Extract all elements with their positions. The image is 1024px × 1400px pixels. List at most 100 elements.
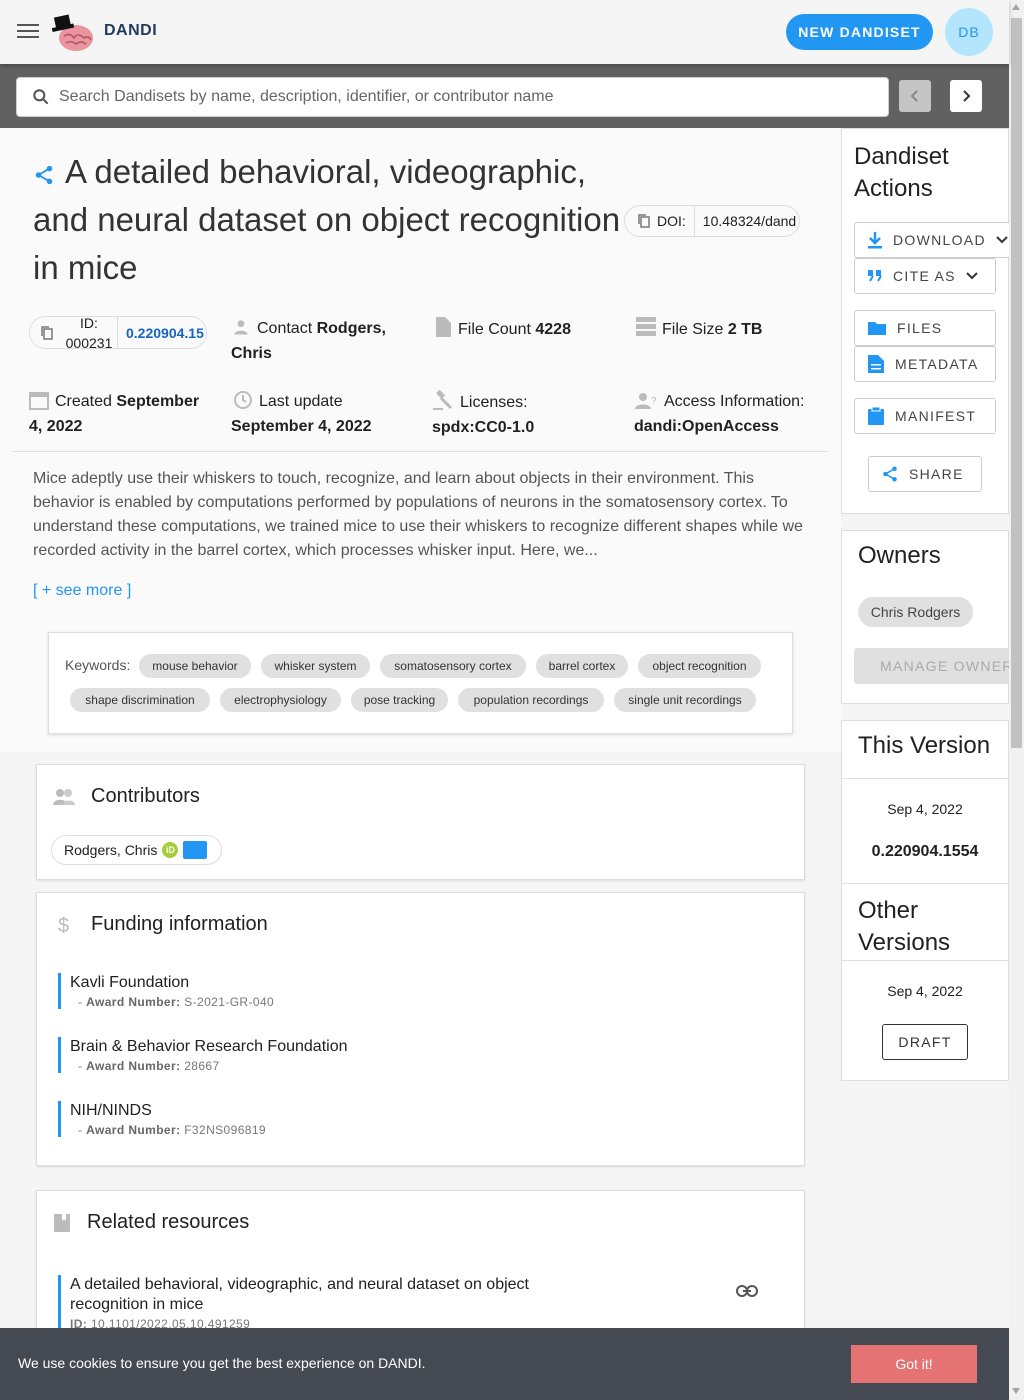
created-date: Created September 4, 2022 [29,389,209,439]
award-label: Award Number: [86,995,181,1009]
next-button[interactable] [950,80,982,112]
keyword-chip[interactable]: pose tracking [351,688,448,712]
page-title: A detailed behavioral, videographic, and… [33,153,621,286]
document-icon [868,355,884,373]
cookie-banner: We use cookies to ensure you get the bes… [0,1328,1009,1400]
menu-icon[interactable] [16,20,40,44]
dollar-icon: $ [58,915,69,936]
search-bar [0,64,1009,128]
related-heading: Related resources [53,1211,249,1234]
award-number: F32NS096819 [184,1123,266,1137]
funder-name: Brain & Behavior Research Foundation [70,1038,348,1055]
people-icon [53,788,75,805]
chevron-left-icon [910,90,918,102]
manifest-button[interactable]: MANIFEST [854,398,996,434]
download-button[interactable]: DOWNLOAD [854,222,1014,258]
dandiset-actions-panel: Dandiset Actions DOWNLOAD CITE AS FILES … [841,128,1014,514]
keyword-chip[interactable]: electrophysiology [220,688,341,712]
new-dandiset-button[interactable]: NEW DANDISET [786,14,933,50]
last-update: Last update September 4, 2022 [231,389,411,439]
dandi-logo[interactable] [51,10,96,54]
metadata-button[interactable]: METADATA [854,346,996,382]
other-version-date: Sep 4, 2022 [887,983,963,999]
svg-text:$: $ [58,915,69,936]
svg-text:?: ? [651,396,657,407]
keyword-chip[interactable]: mouse behavior [139,654,251,678]
scroll-up-arrow[interactable] [1012,4,1020,10]
copy-icon[interactable] [637,213,651,229]
keyword-chip[interactable]: single unit recordings [614,688,756,712]
clipboard-icon [868,406,884,425]
accept-cookies-button[interactable]: Got it! [851,1345,977,1383]
funding-item: NIH/NINDS - Award Number: F32NS096819 [58,1101,658,1137]
file-icon [436,317,451,337]
chevron-right-icon [963,90,971,102]
keyword-chip[interactable]: shape discrimination [70,688,210,712]
app-bar: DANDI NEW DANDISET DB [0,0,1009,64]
files-button[interactable]: FILES [854,310,996,346]
copy-icon[interactable] [40,325,54,341]
file-count-label: File Count [458,321,531,338]
keyword-chip[interactable]: somatosensory cortex [380,654,526,678]
last-update-value: September 4, 2022 [231,418,372,435]
link-icon[interactable] [736,1284,758,1298]
owners-heading: Owners [858,542,941,569]
user-avatar[interactable]: DB [945,8,993,56]
licenses-label: Licenses: [460,394,528,411]
orcid-icon[interactable]: iD [162,842,179,858]
versions-panel: This Version Sep 4, 2022 0.220904.1554 O… [841,720,1009,1081]
share-label: SHARE [909,466,964,482]
search-box [16,77,889,117]
keyword-chip[interactable]: barrel cortex [536,654,628,678]
funding-heading-text: Funding information [91,913,268,935]
funder-name: Kavli Foundation [70,974,190,991]
id-version: 0.220904.15 [126,324,204,341]
this-version-date: Sep 4, 2022 [887,801,963,817]
keyword-chip[interactable]: population recordings [458,688,604,712]
this-version-heading: This Version [858,732,991,759]
keyword-chip[interactable]: object recognition [638,654,761,678]
owner-chip[interactable]: Chris Rodgers [858,597,973,627]
contact-card-icon[interactable] [183,841,208,859]
scrollbar[interactable] [1009,0,1024,1400]
this-version-number[interactable]: 0.220904.1554 [842,843,1008,861]
contributors-card: Contributors Rodgers, Chris iD [36,764,805,880]
funding-item: Brain & Behavior Research Foundation - A… [58,1037,658,1073]
scrollbar-thumb[interactable] [1011,18,1022,748]
file-count-value: 4228 [535,321,571,338]
share-button[interactable]: SHARE [868,456,982,492]
divider [842,883,1008,884]
share-icon [883,466,897,482]
cookie-message: We use cookies to ensure you get the bes… [18,1355,426,1371]
draft-version-button[interactable]: DRAFT [882,1024,968,1060]
related-heading-text: Related resources [87,1211,250,1233]
keyword-chip[interactable]: whisker system [261,654,370,678]
award-line: - Award Number: S-2021-GR-040 [78,995,275,1009]
contributors-heading-text: Contributors [91,785,200,807]
search-input[interactable] [59,88,839,106]
access-label: Access Information: [664,393,805,410]
id-label: ID: 000231 [30,317,118,348]
see-more-link[interactable]: [ + see more ] [33,582,131,600]
cite-as-button[interactable]: CITE AS [854,258,996,294]
brand-name[interactable]: DANDI [104,22,157,40]
file-size-value: 2 TB [727,321,763,338]
created-label: Created [55,393,112,410]
quote-icon [868,270,882,282]
last-update-label: Last update [259,393,343,410]
funding-item: Kavli Foundation - Award Number: S-2021-… [58,973,658,1009]
doi-chip[interactable]: DOI: 10.48324/dand [624,205,800,237]
file-size-label: File Size [662,321,724,338]
manage-owners-label: MANAGE OWNERS [880,658,1010,674]
contributor-chip[interactable]: Rodgers, Chris iD [51,835,222,865]
search-icon [33,89,49,105]
actions-heading: Dandiset Actions [854,143,949,202]
contact-info: Contact Rodgers, Chris [231,316,401,366]
keywords-panel: Keywords: mouse behavior whisker system … [48,632,793,734]
manage-owners-button[interactable]: MANAGE OWNERS [854,648,1010,684]
previous-button[interactable] [899,80,931,112]
other-versions-heading: Other Versions [858,897,951,956]
scroll-down-arrow[interactable] [1012,1388,1020,1394]
id-chip[interactable]: ID: 000231 0.220904.15 [29,316,207,349]
owners-panel: Owners Chris Rodgers MANAGE OWNERS [841,530,1010,704]
